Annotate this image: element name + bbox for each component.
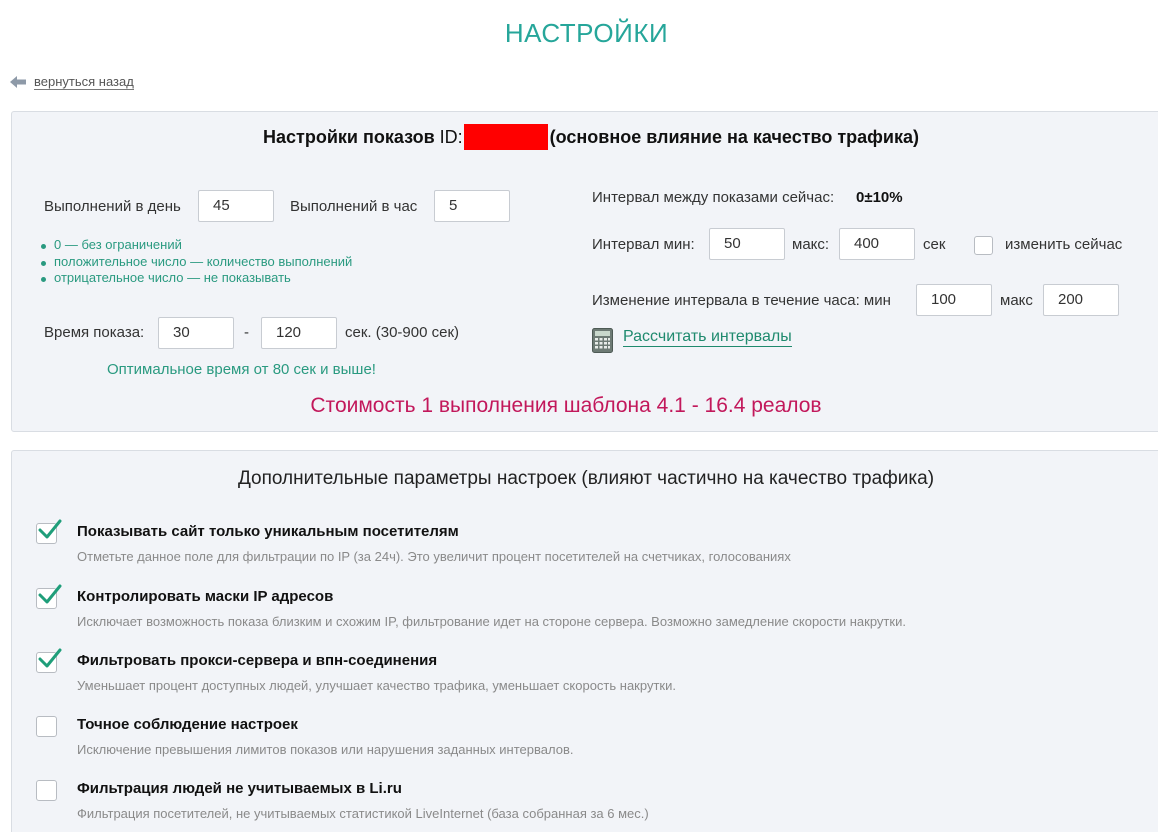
per-day-label: Выполнений в день — [44, 198, 181, 215]
hour-change-max-label: макс — [1000, 292, 1033, 309]
display-settings-panel: Настройки показов ID: (основное влияние … — [11, 111, 1158, 432]
show-time-max-input[interactable]: 120 — [261, 317, 337, 349]
arrow-left-icon — [10, 76, 26, 88]
calculate-intervals-link[interactable]: Рассчитать интервалы — [623, 328, 792, 347]
option-description: Отметьте данное поле для фильтрации по I… — [77, 549, 791, 564]
hint-item: 0 — без ограничений — [40, 237, 352, 254]
checkmark-icon — [38, 648, 62, 668]
show-time-min-input[interactable]: 30 — [158, 317, 234, 349]
id-label: ID: — [439, 126, 463, 147]
checkmark-icon — [38, 584, 62, 604]
display-settings-title-text: Настройки показов — [263, 126, 435, 147]
interval-now-value: 0±10% — [856, 189, 903, 206]
option-title: Фильтровать прокси-сервера и впн-соедине… — [77, 652, 438, 669]
option-description: Фильтрация посетителей, не учитываемых с… — [77, 806, 649, 821]
hint-item: положительное число — количество выполне… — [40, 254, 352, 271]
extra-settings-title: Дополнительные параметры настроек (влияю… — [237, 468, 935, 489]
option-title: Точное соблюдение настроек — [77, 716, 298, 733]
hour-change-max-input[interactable]: 200 — [1043, 284, 1119, 316]
cost-text: Стоимость 1 выполнения шаблона 4.1 - 16.… — [310, 394, 822, 417]
checkmark-icon — [38, 519, 62, 539]
option-title: Фильтрация людей не учитываемых в Li.ru — [77, 780, 402, 797]
display-settings-title-suffix: (основное влияние на качество трафика) — [549, 126, 919, 147]
interval-min-input[interactable]: 50 — [709, 228, 785, 260]
calculator-icon — [592, 328, 613, 353]
show-time-unit: сек. (30-900 сек) — [345, 324, 460, 341]
back-link[interactable]: вернуться назад — [10, 74, 134, 90]
option-description: Исключение превышения лимитов показов ил… — [77, 742, 574, 757]
interval-unit: сек — [923, 236, 946, 253]
interval-max-input[interactable]: 400 — [839, 228, 915, 260]
exact-settings-checkbox[interactable] — [36, 716, 57, 737]
change-now-checkbox[interactable] — [974, 236, 993, 255]
interval-now-label: Интервал между показами сейчас: — [592, 189, 835, 206]
show-time-label: Время показа: — [44, 324, 145, 341]
redacted-id — [463, 124, 548, 150]
option-description: Исключает возможность показа близким и с… — [77, 614, 906, 629]
extra-settings-panel: Дополнительные параметры настроек (влияю… — [11, 450, 1158, 832]
per-hour-label: Выполнений в час — [290, 198, 418, 215]
option-description: Уменьшает процент доступных людей, улучш… — [77, 678, 676, 693]
limits-hints: 0 — без ограничений положительное число … — [40, 237, 352, 287]
show-time-dash: - — [244, 324, 249, 341]
liru-filter-checkbox[interactable] — [36, 780, 57, 801]
interval-max-label: макс: — [792, 236, 830, 253]
hint-item: отрицательное число — не показывать — [40, 270, 352, 287]
page-title: НАСТРОЙКИ — [504, 18, 669, 48]
change-now-label: изменить сейчас — [1005, 236, 1123, 253]
interval-min-label: Интервал мин: — [592, 236, 695, 253]
option-title: Показывать сайт только уникальным посети… — [77, 523, 459, 540]
option-title: Контролировать маски IP адресов — [77, 588, 334, 605]
back-link-label[interactable]: вернуться назад — [34, 74, 134, 90]
hour-change-label: Изменение интервала в течение часа: мин — [592, 292, 891, 309]
per-hour-input[interactable]: 5 — [434, 190, 510, 222]
per-day-input[interactable]: 45 — [198, 190, 274, 222]
display-settings-title: Настройки показов ID: (основное влияние … — [12, 124, 1158, 150]
hour-change-min-input[interactable]: 100 — [916, 284, 992, 316]
optimal-time-note: Оптимальное время от 80 сек и выше! — [107, 361, 376, 378]
